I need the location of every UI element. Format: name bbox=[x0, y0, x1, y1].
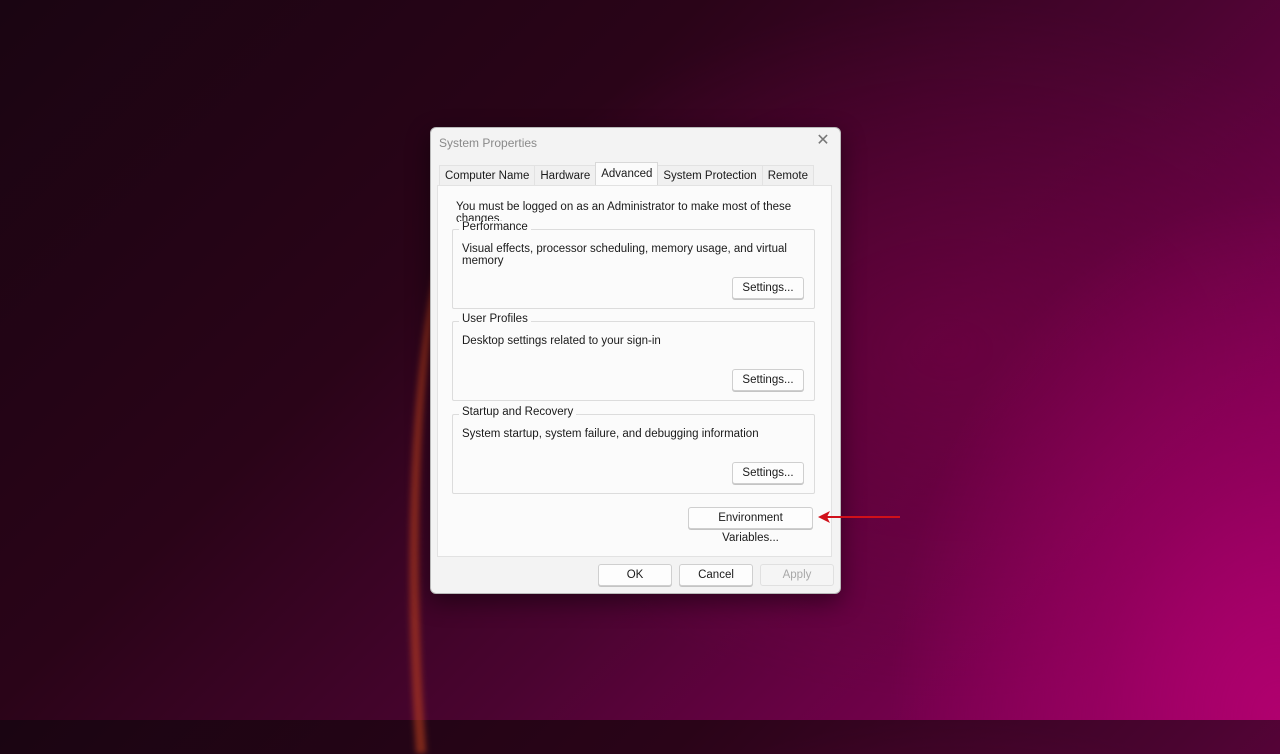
group-title: Startup and Recovery bbox=[459, 406, 577, 418]
environment-variables-button[interactable]: Environment Variables... bbox=[688, 507, 813, 544]
close-icon[interactable]: ✕ bbox=[814, 132, 832, 150]
group-description: System startup, system failure, and debu… bbox=[462, 428, 759, 440]
ok-button[interactable]: OK bbox=[598, 564, 672, 586]
advanced-panel: You must be logged on as an Administrato… bbox=[437, 185, 832, 557]
startup-recovery-settings-button[interactable]: Settings... bbox=[732, 462, 804, 484]
group-title: User Profiles bbox=[459, 313, 531, 325]
window-title: System Properties bbox=[439, 136, 538, 150]
tab-hardware[interactable]: Hardware bbox=[534, 165, 597, 185]
tab-remote[interactable]: Remote bbox=[761, 165, 814, 185]
group-description: Visual effects, processor scheduling, me… bbox=[462, 243, 787, 267]
group-description: Desktop settings related to your sign-in bbox=[462, 335, 661, 347]
performance-settings-button[interactable]: Settings... bbox=[732, 277, 804, 299]
red-arrow-left-icon bbox=[818, 511, 900, 523]
tab-computer-name[interactable]: Computer Name bbox=[439, 165, 536, 185]
user-profiles-settings-button[interactable]: Settings... bbox=[732, 369, 804, 391]
tab-advanced[interactable]: Advanced bbox=[595, 162, 659, 185]
system-properties-dialog: System Properties ✕ Computer Name Hardwa… bbox=[430, 127, 841, 594]
cancel-button[interactable]: Cancel bbox=[679, 564, 753, 586]
tab-bar: Computer Name Hardware Advanced System P… bbox=[439, 162, 814, 185]
group-title: Performance bbox=[459, 221, 531, 233]
user-profiles-group: User Profiles Desktop settings related t… bbox=[452, 313, 815, 401]
tab-system-protection[interactable]: System Protection bbox=[657, 165, 763, 185]
apply-button[interactable]: Apply bbox=[760, 564, 834, 586]
startup-recovery-group: Startup and Recovery System startup, sys… bbox=[452, 406, 815, 494]
performance-group: Performance Visual effects, processor sc… bbox=[452, 221, 815, 309]
